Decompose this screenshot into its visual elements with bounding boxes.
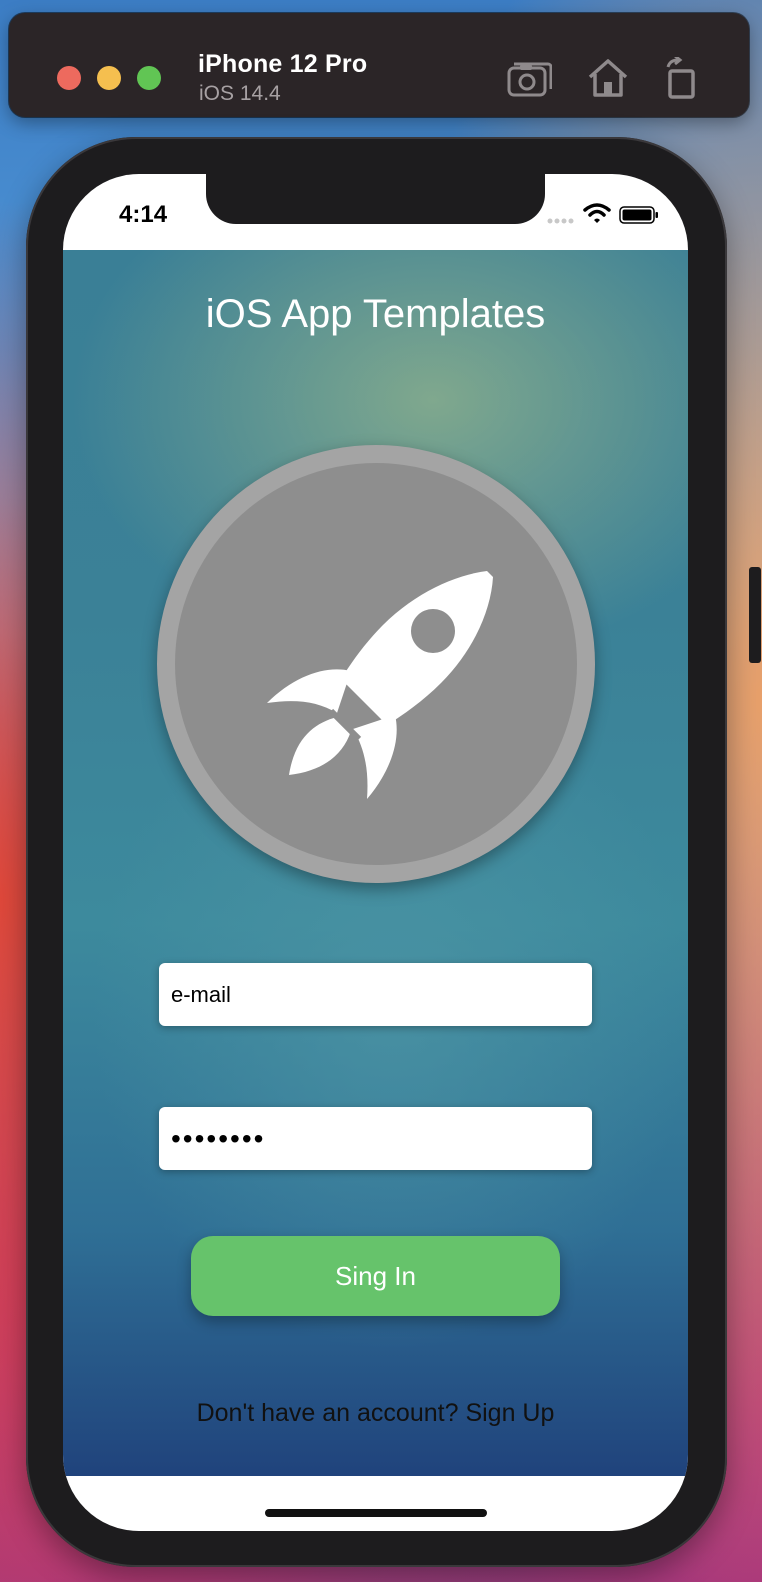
app-logo — [157, 445, 595, 883]
status-time: 4:14 — [119, 201, 168, 228]
login-screen: iOS App Templates e-mail •••••••• Sing I… — [63, 250, 688, 1476]
password-field[interactable]: •••••••• — [159, 1107, 592, 1170]
device-name: iPhone 12 Pro — [198, 50, 368, 78]
volume-up-button — [42, 567, 54, 663]
rocket-icon — [267, 571, 493, 799]
minimize-window-button[interactable] — [97, 66, 121, 90]
battery-icon — [619, 206, 658, 224]
cellular-signal-icon — [547, 218, 574, 224]
email-field[interactable]: e-mail — [159, 963, 592, 1026]
power-button — [749, 567, 761, 663]
close-window-button[interactable] — [57, 66, 81, 90]
camera-icon[interactable] — [506, 57, 552, 99]
rotate-icon[interactable] — [660, 57, 706, 99]
notch — [206, 174, 545, 224]
app-title: iOS App Templates — [205, 292, 546, 336]
sign-up-prompt-text: Don't have an account? — [196, 1399, 466, 1427]
simulator-title-bar: iPhone 12 Pro iOS 14.4 — [9, 13, 749, 117]
wifi-icon — [583, 203, 611, 223]
home-indicator[interactable] — [265, 1509, 487, 1517]
maximize-window-button[interactable] — [137, 66, 161, 90]
device-screen: 4:14 iOS App Templates e-mail •••••••• S… — [63, 174, 688, 1531]
sign-in-button[interactable]: Sing In — [191, 1236, 560, 1316]
home-icon[interactable] — [585, 57, 631, 99]
sign-up-prompt: Don't have an account? Sign Up — [63, 1399, 688, 1428]
device-os-version: iOS 14.4 — [199, 82, 281, 105]
logo-inner-circle — [175, 463, 577, 865]
mute-switch — [42, 464, 54, 522]
volume-down-button — [42, 677, 54, 773]
sign-up-link[interactable]: Sign Up — [465, 1399, 554, 1427]
